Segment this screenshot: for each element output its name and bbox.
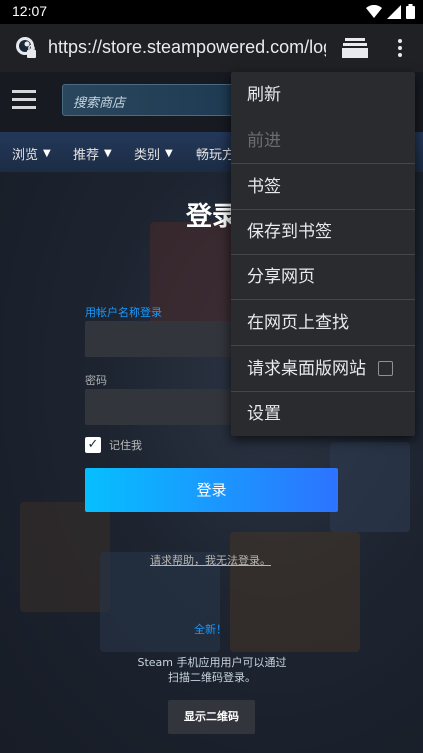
signal-icon: [387, 4, 401, 19]
help-link[interactable]: 请求帮助，我无法登录。: [150, 552, 271, 568]
nav-item-label: 推荐: [73, 148, 100, 163]
bg-game-tile: [230, 532, 360, 652]
bg-game-tile: [20, 502, 110, 612]
remember-me[interactable]: ✓ 记住我: [85, 437, 142, 453]
store-search-input[interactable]: 搜索商店: [62, 84, 242, 116]
show-qr-button[interactable]: 显示二维码: [168, 700, 255, 734]
menu-item-share[interactable]: 分享网页: [231, 254, 415, 300]
menu-item-forward[interactable]: 前进: [231, 118, 415, 164]
desktop-site-checkbox[interactable]: [378, 361, 393, 376]
nav-item-browse[interactable]: 浏览 ▼: [12, 144, 51, 163]
nav-item-label: 类别: [134, 148, 161, 163]
browser-toolbar: https://store.steampowered.com/login/?re…: [0, 24, 423, 72]
browser-overflow-menu: 刷新 前进 书签 保存到书签 分享网页 在网页上查找 请求桌面版网站 设置: [231, 72, 415, 436]
nav-item-label: 畅玩方: [196, 148, 236, 163]
menu-item-bookmarks[interactable]: 书签: [231, 164, 415, 210]
status-bar: 12:07: [0, 0, 423, 24]
password-label: 密码: [85, 374, 107, 387]
menu-item-save-bookmark[interactable]: 保存到书签: [231, 209, 415, 255]
chevron-down-icon: ▼: [165, 148, 173, 159]
nav-item-categories[interactable]: 类别 ▼: [134, 144, 173, 163]
qr-description-line: Steam 手机应用用户可以通过: [137, 656, 287, 669]
new-badge: 全新！: [194, 623, 227, 636]
menu-item-find-in-page[interactable]: 在网页上查找: [231, 300, 415, 346]
battery-icon: [406, 4, 415, 19]
sign-in-button[interactable]: 登录: [85, 468, 338, 512]
status-icons: [366, 4, 415, 19]
nav-item-label: 浏览: [12, 148, 39, 163]
desktop-site-label: 请求桌面版网站: [247, 359, 366, 379]
menu-item-settings[interactable]: 设置: [231, 391, 415, 437]
qr-description: Steam 手机应用用户可以通过 扫描二维码登录。: [112, 655, 312, 685]
bg-game-tile: [330, 442, 410, 532]
site-lock-icon[interactable]: [14, 36, 38, 60]
status-time: 12:07: [12, 3, 48, 19]
url-field[interactable]: https://store.steampowered.com/login/?re…: [48, 37, 326, 58]
nav-item-play[interactable]: 畅玩方: [196, 144, 235, 163]
menu-item-refresh[interactable]: 刷新: [231, 72, 415, 118]
remember-label: 记住我: [109, 439, 142, 452]
chevron-down-icon: ▼: [104, 148, 112, 159]
nav-item-recommended[interactable]: 推荐 ▼: [73, 144, 112, 163]
more-vert-icon[interactable]: [392, 38, 408, 58]
chevron-down-icon: ▼: [43, 148, 51, 159]
hamburger-menu-icon[interactable]: [12, 90, 36, 110]
tabs-icon[interactable]: [342, 38, 368, 58]
remember-checkbox[interactable]: ✓: [85, 437, 101, 453]
menu-item-desktop-site[interactable]: 请求桌面版网站: [231, 346, 415, 392]
qr-description-line: 扫描二维码登录。: [168, 671, 256, 684]
account-name-label: 用帐户名称登录: [85, 306, 162, 319]
wifi-icon: [366, 4, 382, 18]
